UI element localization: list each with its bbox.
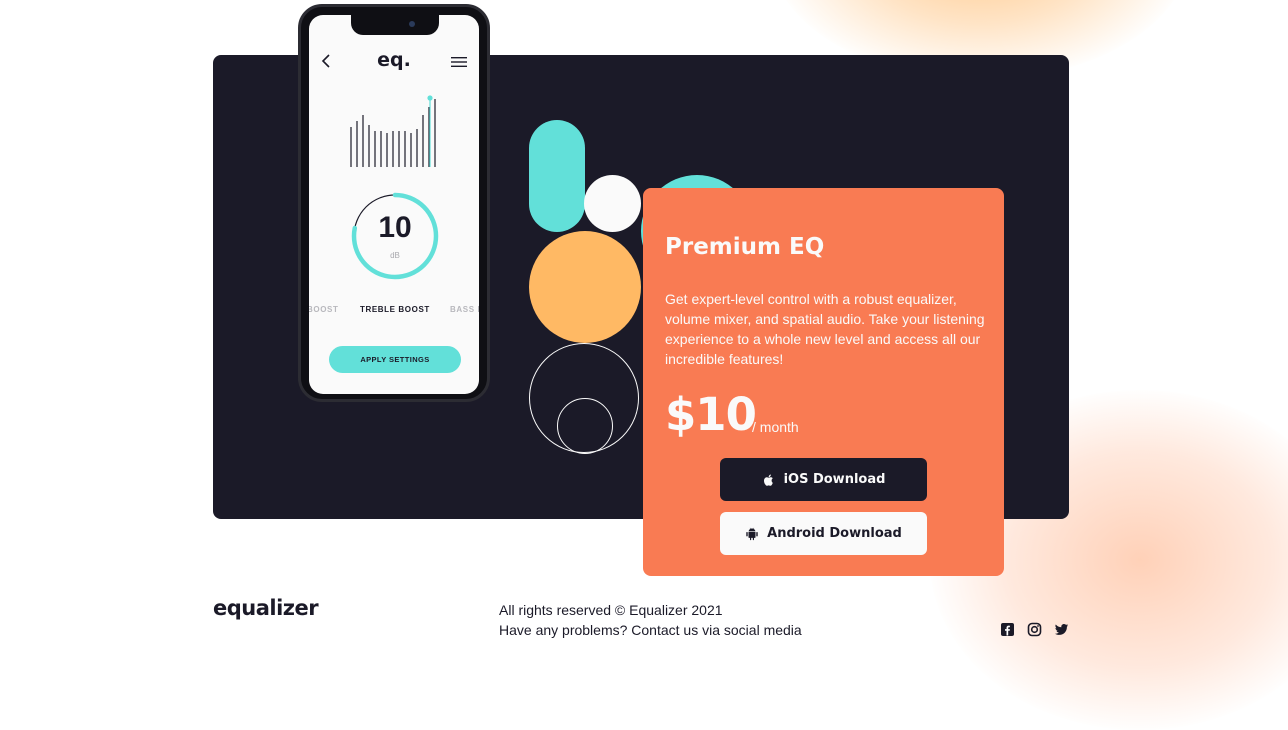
preset-next[interactable]: BASS B [450, 305, 479, 314]
white-circle-shape [584, 175, 641, 232]
apply-settings-button[interactable]: APPLY SETTINGS [329, 346, 461, 373]
premium-card: Premium EQ Get expert-level control with… [643, 188, 1004, 576]
android-download-button[interactable]: Android Download [720, 512, 927, 555]
contact-text: Have any problems? Contact us via social… [499, 622, 802, 638]
facebook-icon[interactable] [1000, 622, 1015, 637]
preset-current[interactable]: TREBLE BOOST [360, 305, 430, 314]
preset-previous[interactable]: BOOST [309, 305, 338, 314]
ios-download-label: iOS Download [783, 472, 886, 487]
orange-circle-shape [529, 231, 641, 343]
footer-logo: equalizer [213, 596, 319, 620]
dial-unit: dB [390, 251, 400, 260]
twitter-icon[interactable] [1054, 622, 1069, 637]
price-period: / month [752, 419, 799, 435]
phone-screen: eq. 10 dB BOOST TREBLE BOOST BASS APPLY … [309, 15, 479, 394]
dial-value: 10 [378, 211, 412, 244]
android-icon [746, 527, 758, 540]
instagram-icon[interactable] [1027, 622, 1042, 637]
copyright-text: All rights reserved © Equalizer 2021 [499, 602, 723, 618]
hamburger-menu-icon[interactable] [451, 56, 467, 68]
equalizer-bars-graphic [350, 95, 436, 167]
teal-pill-shape [529, 120, 585, 232]
small-ring-shape [557, 398, 613, 454]
phone-mockup: eq. 10 dB BOOST TREBLE BOOST BASS APPLY … [298, 4, 490, 402]
android-download-label: Android Download [767, 526, 902, 541]
camera-dot [409, 21, 415, 27]
footer-text: All rights reserved © Equalizer 2021 Hav… [499, 600, 802, 640]
phone-notch [351, 15, 439, 35]
price-amount: $10 [665, 388, 757, 441]
premium-description: Get expert-level control with a robust e… [665, 291, 985, 367]
ios-download-button[interactable]: iOS Download [720, 458, 927, 501]
apple-icon [763, 474, 773, 486]
premium-title: Premium EQ [665, 234, 825, 260]
